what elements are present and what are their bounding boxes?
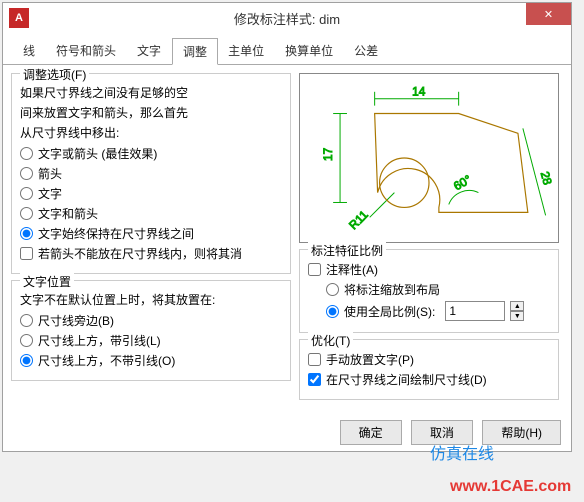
fit-options-group: 调整选项(F) 如果尺寸界线之间没有足够的空 间来放置文字和箭头，那么首先 从尺… <box>11 73 291 274</box>
radio-text[interactable]: 文字 <box>20 185 282 202</box>
check-label: 注释性(A) <box>326 261 378 278</box>
preview-drawing: 14 17 28 60° R11 <box>300 74 558 242</box>
content-area: 调整选项(F) 如果尺寸界线之间没有足够的空 间来放置文字和箭头，那么首先 从尺… <box>3 65 571 414</box>
check-label: 若箭头不能放在尺寸界线内，则将其消 <box>38 245 242 262</box>
radio-text-and-arrows[interactable]: 文字和箭头 <box>20 205 282 222</box>
radio-text-or-arrows[interactable]: 文字或箭头 (最佳效果) <box>20 145 282 162</box>
radio-beside[interactable]: 尺寸线旁边(B) <box>20 312 282 329</box>
scale-group: 标注特征比例 注释性(A) 将标注缩放到布局 使用全局比例(S): ▲▼ <box>299 249 559 333</box>
radio-global-scale[interactable]: 使用全局比例(S): <box>326 303 435 320</box>
watermark-text: 仿真在线 <box>430 440 494 464</box>
radio-over-with-leader[interactable]: 尺寸线上方，带引线(L) <box>20 332 282 349</box>
tab-fit[interactable]: 调整 <box>172 38 218 65</box>
radio-label: 文字或箭头 (最佳效果) <box>38 145 157 162</box>
tab-primary-units[interactable]: 主单位 <box>218 38 275 64</box>
radio-label: 将标注缩放到布局 <box>344 281 440 298</box>
tab-alternate-units[interactable]: 换算单位 <box>275 38 344 64</box>
radio-label: 箭头 <box>38 165 62 182</box>
preview-panel: 14 17 28 60° R11 <box>299 73 559 243</box>
radio-over-without-leader[interactable]: 尺寸线上方，不带引线(O) <box>20 352 282 369</box>
text-placement-desc: 文字不在默认位置上时，将其放置在: <box>20 291 282 309</box>
spin-up[interactable]: ▲ <box>510 301 524 311</box>
watermark-url: www.1CAE.com <box>450 478 571 496</box>
check-suppress-arrows[interactable]: 若箭头不能放在尺寸界线内，则将其消 <box>20 245 282 262</box>
fit-desc-1: 如果尺寸界线之间没有足够的空 <box>20 84 282 102</box>
dialog-window: 修改标注样式: dim 线 符号和箭头 文字 调整 主单位 换算单位 公差 调整… <box>2 2 572 452</box>
radio-label: 文字 <box>38 185 62 202</box>
tab-symbols[interactable]: 符号和箭头 <box>46 38 127 64</box>
finetune-group: 优化(T) 手动放置文字(P) 在尺寸界线之间绘制尺寸线(D) <box>299 339 559 400</box>
scale-title: 标注特征比例 <box>308 242 386 259</box>
check-annotative[interactable]: 注释性(A) <box>308 261 550 278</box>
check-label: 在尺寸界线之间绘制尺寸线(D) <box>326 371 487 388</box>
radio-label: 尺寸线上方，不带引线(O) <box>38 352 175 369</box>
fit-options-title: 调整选项(F) <box>20 66 89 83</box>
text-placement-title: 文字位置 <box>20 273 74 290</box>
global-scale-input[interactable] <box>445 301 505 321</box>
svg-text:R11: R11 <box>346 207 371 232</box>
radio-label: 尺寸线旁边(B) <box>38 312 114 329</box>
radio-label: 使用全局比例(S): <box>344 303 435 320</box>
help-button[interactable]: 帮助(H) <box>482 420 561 445</box>
svg-text:28: 28 <box>538 170 555 187</box>
radio-label: 尺寸线上方，带引线(L) <box>38 332 161 349</box>
check-manual-place[interactable]: 手动放置文字(P) <box>308 351 550 368</box>
fit-desc-3: 从尺寸界线中移出: <box>20 124 282 142</box>
svg-text:14: 14 <box>412 85 426 99</box>
radio-scale-layout[interactable]: 将标注缩放到布局 <box>326 281 550 298</box>
window-title: 修改标注样式: dim <box>234 9 340 28</box>
radio-label: 文字始终保持在尺寸界线之间 <box>38 225 194 242</box>
check-draw-dimline[interactable]: 在尺寸界线之间绘制尺寸线(D) <box>308 371 550 388</box>
radio-arrows[interactable]: 箭头 <box>20 165 282 182</box>
titlebar: 修改标注样式: dim <box>3 3 571 33</box>
svg-text:17: 17 <box>321 148 335 161</box>
fit-desc-2: 间来放置文字和箭头，那么首先 <box>20 104 282 122</box>
spin-down[interactable]: ▼ <box>510 311 524 321</box>
text-placement-group: 文字位置 文字不在默认位置上时，将其放置在: 尺寸线旁边(B) 尺寸线上方，带引… <box>11 280 291 381</box>
close-button[interactable] <box>526 3 571 25</box>
tab-line[interactable]: 线 <box>13 38 46 64</box>
radio-always-inside[interactable]: 文字始终保持在尺寸界线之间 <box>20 225 282 242</box>
finetune-title: 优化(T) <box>308 332 353 349</box>
ok-button[interactable]: 确定 <box>340 420 402 445</box>
tab-bar: 线 符号和箭头 文字 调整 主单位 换算单位 公差 <box>3 33 571 65</box>
tab-text[interactable]: 文字 <box>127 38 172 64</box>
tab-tolerances[interactable]: 公差 <box>344 38 389 64</box>
global-scale-spinner[interactable]: ▲▼ <box>445 301 524 321</box>
check-label: 手动放置文字(P) <box>326 351 414 368</box>
radio-label: 文字和箭头 <box>38 205 98 222</box>
app-icon <box>9 8 29 28</box>
